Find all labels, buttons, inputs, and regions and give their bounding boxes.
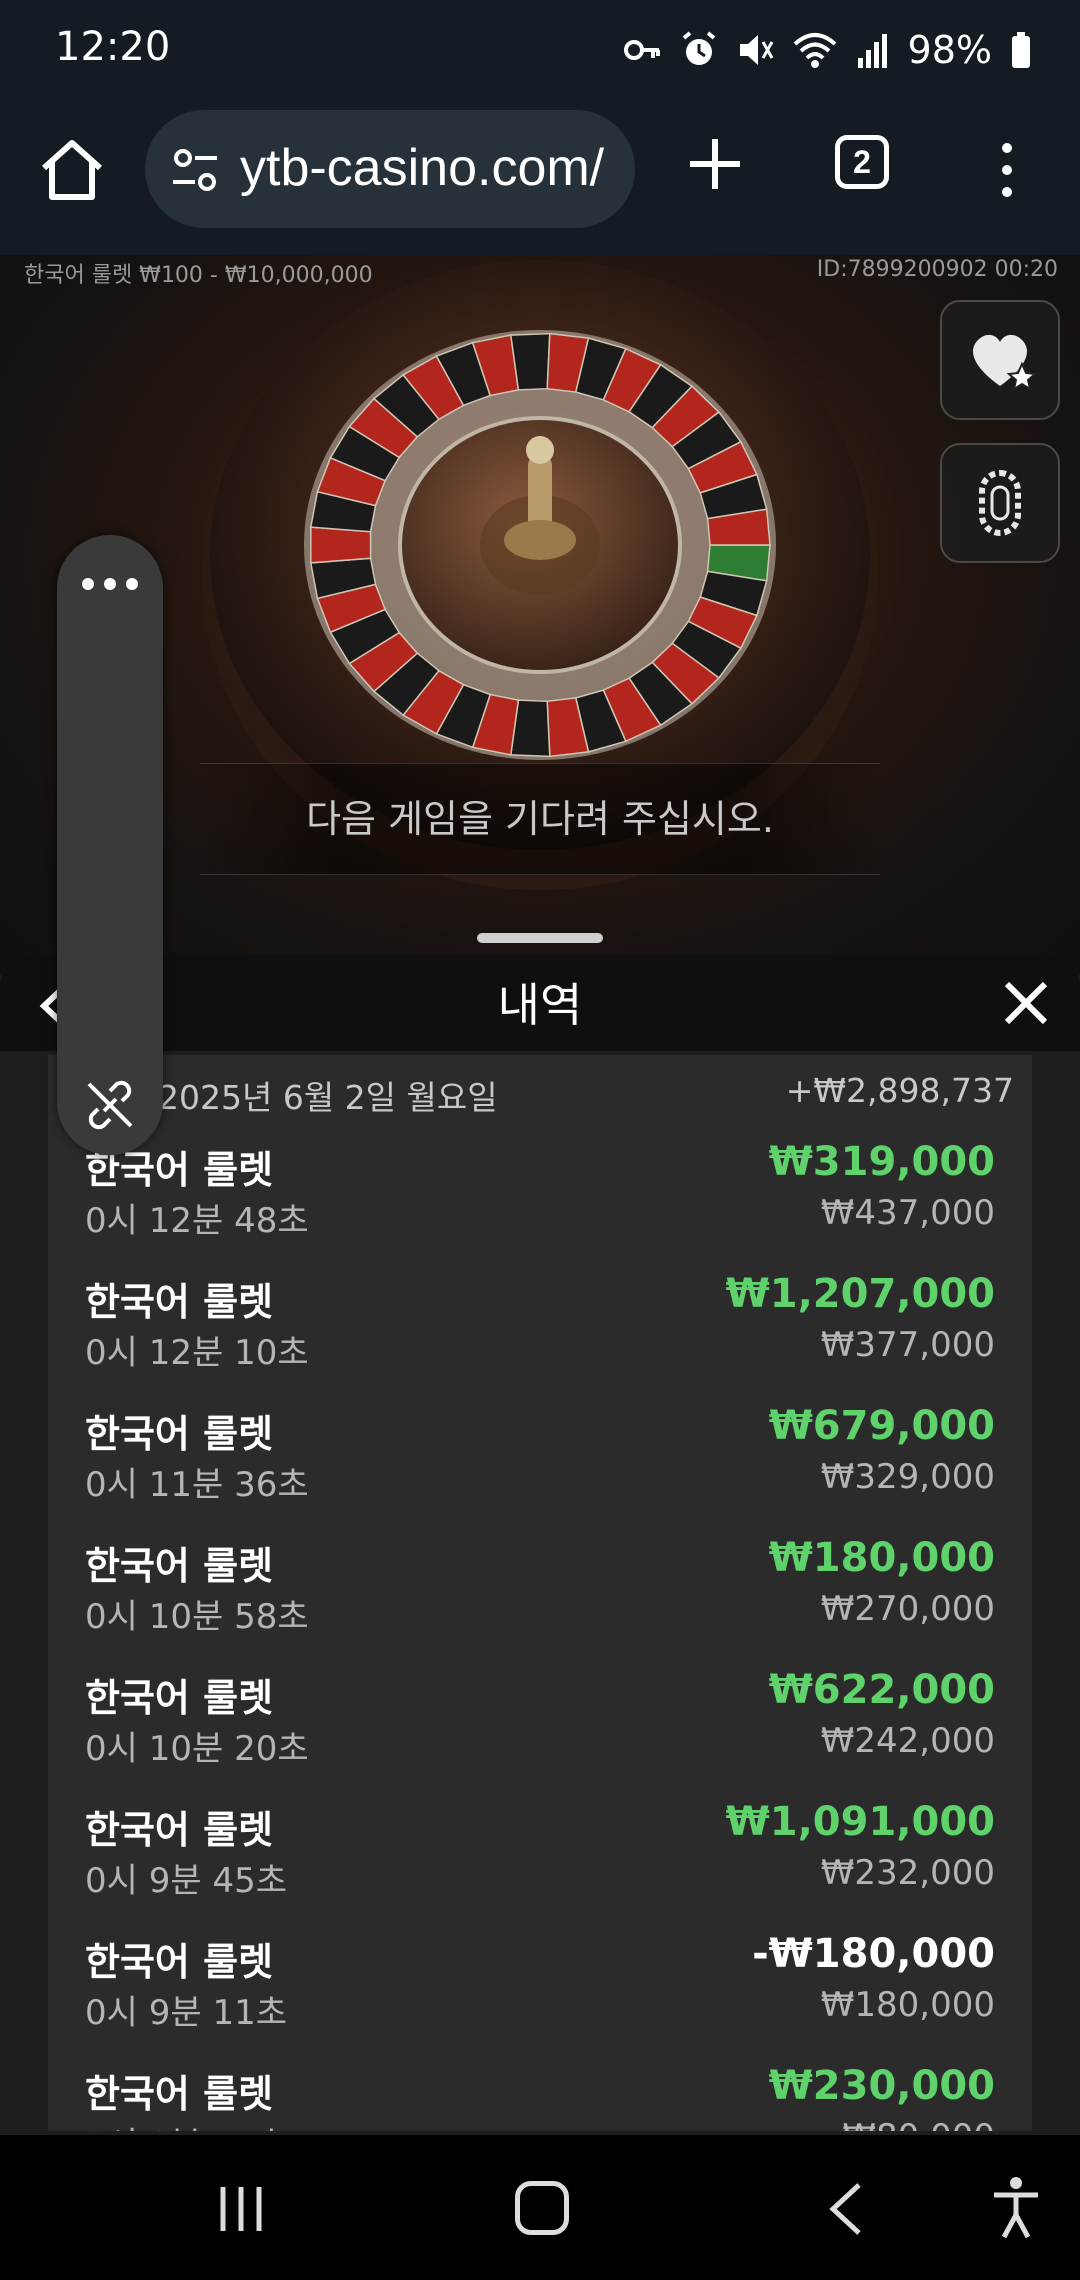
history-sheet: 내역 2025년 6월 2일 월요일 +₩2,898,737 한국어 룰렛 0시…: [0, 955, 1080, 2135]
system-nav-bar: [0, 2135, 1080, 2280]
game-time: 0시 10분 58초: [85, 1597, 309, 1637]
game-result: ₩180,000: [768, 1535, 995, 1581]
game-name: 한국어 룰렛: [85, 2072, 274, 2116]
address-bar[interactable]: ytb-casino.com/: [145, 110, 635, 228]
site-settings-icon[interactable]: [169, 144, 221, 196]
game-result: -₩180,000: [752, 1931, 995, 1977]
game-name: 한국어 룰렛: [85, 1544, 274, 1588]
game-name: 한국어 룰렛: [85, 1280, 274, 1324]
plus-icon[interactable]: [685, 134, 745, 194]
game-result: ₩622,000: [768, 1667, 995, 1713]
game-name: 한국어 룰렛: [85, 1808, 274, 1852]
game-time: 0시 9분 11초: [85, 1993, 287, 2033]
game-bet: ₩80,000: [842, 2117, 995, 2131]
battery-percent: 98%: [907, 28, 992, 72]
nav-home-icon[interactable]: [515, 2181, 569, 2235]
browser-toolbar: ytb-casino.com/ 2: [0, 100, 1080, 257]
game-bet: ₩329,000: [820, 1457, 995, 1497]
recents-icon[interactable]: [215, 2183, 267, 2235]
status-time: 12:20: [55, 24, 171, 70]
game-time: 0시 9분 45초: [85, 1861, 287, 1901]
more-vert-icon[interactable]: [985, 140, 1029, 200]
game-result: ₩319,000: [768, 1139, 995, 1185]
history-row[interactable]: 한국어 룰렛 0시 8분 36초 ₩230,000 ₩80,000: [48, 2055, 1032, 2131]
wheel-pocket: [310, 526, 372, 564]
history-row[interactable]: 한국어 룰렛 0시 10분 20초 ₩622,000 ₩242,000: [48, 1659, 1032, 1791]
game-time: 0시 12분 10초: [85, 1333, 309, 1373]
game-bet: ₩437,000: [820, 1193, 995, 1233]
game-bet: ₩242,000: [820, 1721, 995, 1761]
more-horiz-icon[interactable]: [80, 577, 140, 591]
game-bet: ₩270,000: [820, 1589, 995, 1629]
wheel-pocket: [509, 332, 551, 391]
game-bet: ₩180,000: [820, 1985, 995, 2025]
game-result: ₩230,000: [768, 2063, 995, 2109]
battery-icon: [1012, 32, 1030, 68]
url-text[interactable]: ytb-casino.com/: [240, 138, 604, 198]
game-time: 0시 10분 20초: [85, 1729, 309, 1769]
favorite-button[interactable]: [940, 300, 1060, 420]
racetrack-icon: [979, 470, 1021, 536]
key-icon: [623, 40, 660, 60]
game-bet: ₩232,000: [820, 1853, 995, 1893]
game-result: ₩1,207,000: [725, 1271, 995, 1317]
wifi-icon: [793, 33, 836, 68]
status-bar: 12:20 98%: [0, 0, 1080, 100]
tabs-icon[interactable]: 2: [835, 135, 889, 189]
heart-star-icon: [973, 334, 1038, 392]
racetrack-button[interactable]: [940, 443, 1060, 563]
mute-icon: [739, 35, 773, 65]
history-row[interactable]: 한국어 룰렛 0시 11분 36초 ₩679,000 ₩329,000: [48, 1395, 1032, 1527]
date-label: 2025년 6월 2일 월요일: [158, 1078, 498, 1117]
floating-tool-panel[interactable]: [57, 535, 163, 1155]
game-bet: ₩377,000: [820, 1325, 995, 1365]
game-time: 0시 8분 36초: [85, 2117, 287, 2131]
history-row[interactable]: 한국어 룰렛 0시 9분 11초 -₩180,000 ₩180,000: [48, 1923, 1032, 2055]
history-row[interactable]: 한국어 룰렛 0시 10분 58초 ₩180,000 ₩270,000: [48, 1527, 1032, 1659]
date-total: +₩2,898,737: [785, 1071, 1014, 1110]
game-name: 한국어 룰렛: [85, 1412, 274, 1456]
date-group-header[interactable]: 2025년 6월 2일 월요일 +₩2,898,737: [48, 1055, 1032, 1131]
history-row[interactable]: 한국어 룰렛 0시 9분 45초 ₩1,091,000 ₩232,000: [48, 1791, 1032, 1923]
game-result: ₩1,091,000: [725, 1799, 995, 1845]
nav-back-icon[interactable]: [825, 2181, 865, 2237]
game-time: 0시 11분 36초: [85, 1465, 309, 1505]
game-result: ₩679,000: [768, 1403, 995, 1449]
status-icons: 98%: [622, 26, 1032, 74]
sheet-drag-handle[interactable]: [477, 933, 603, 943]
link-off-icon[interactable]: [84, 1079, 136, 1131]
alarm-icon: [682, 31, 715, 65]
game-name: 한국어 룰렛: [85, 1676, 274, 1720]
game-time: 0시 12분 48초: [85, 1201, 309, 1241]
history-row[interactable]: 한국어 룰렛 0시 12분 10초 ₩1,207,000 ₩377,000: [48, 1263, 1032, 1395]
signal-icon: [857, 34, 887, 68]
history-list[interactable]: 한국어 룰렛 0시 12분 48초 ₩319,000 ₩437,000 한국어 …: [48, 1131, 1032, 2131]
close-icon[interactable]: [1003, 980, 1049, 1026]
home-icon[interactable]: [38, 136, 106, 204]
history-row[interactable]: 한국어 룰렛 0시 12분 48초 ₩319,000 ₩437,000: [48, 1131, 1032, 1263]
accessibility-icon[interactable]: [990, 2175, 1042, 2241]
wait-message: 다음 게임을 기다려 주십시오.: [200, 763, 880, 875]
game-name: 한국어 룰렛: [85, 1940, 274, 1984]
